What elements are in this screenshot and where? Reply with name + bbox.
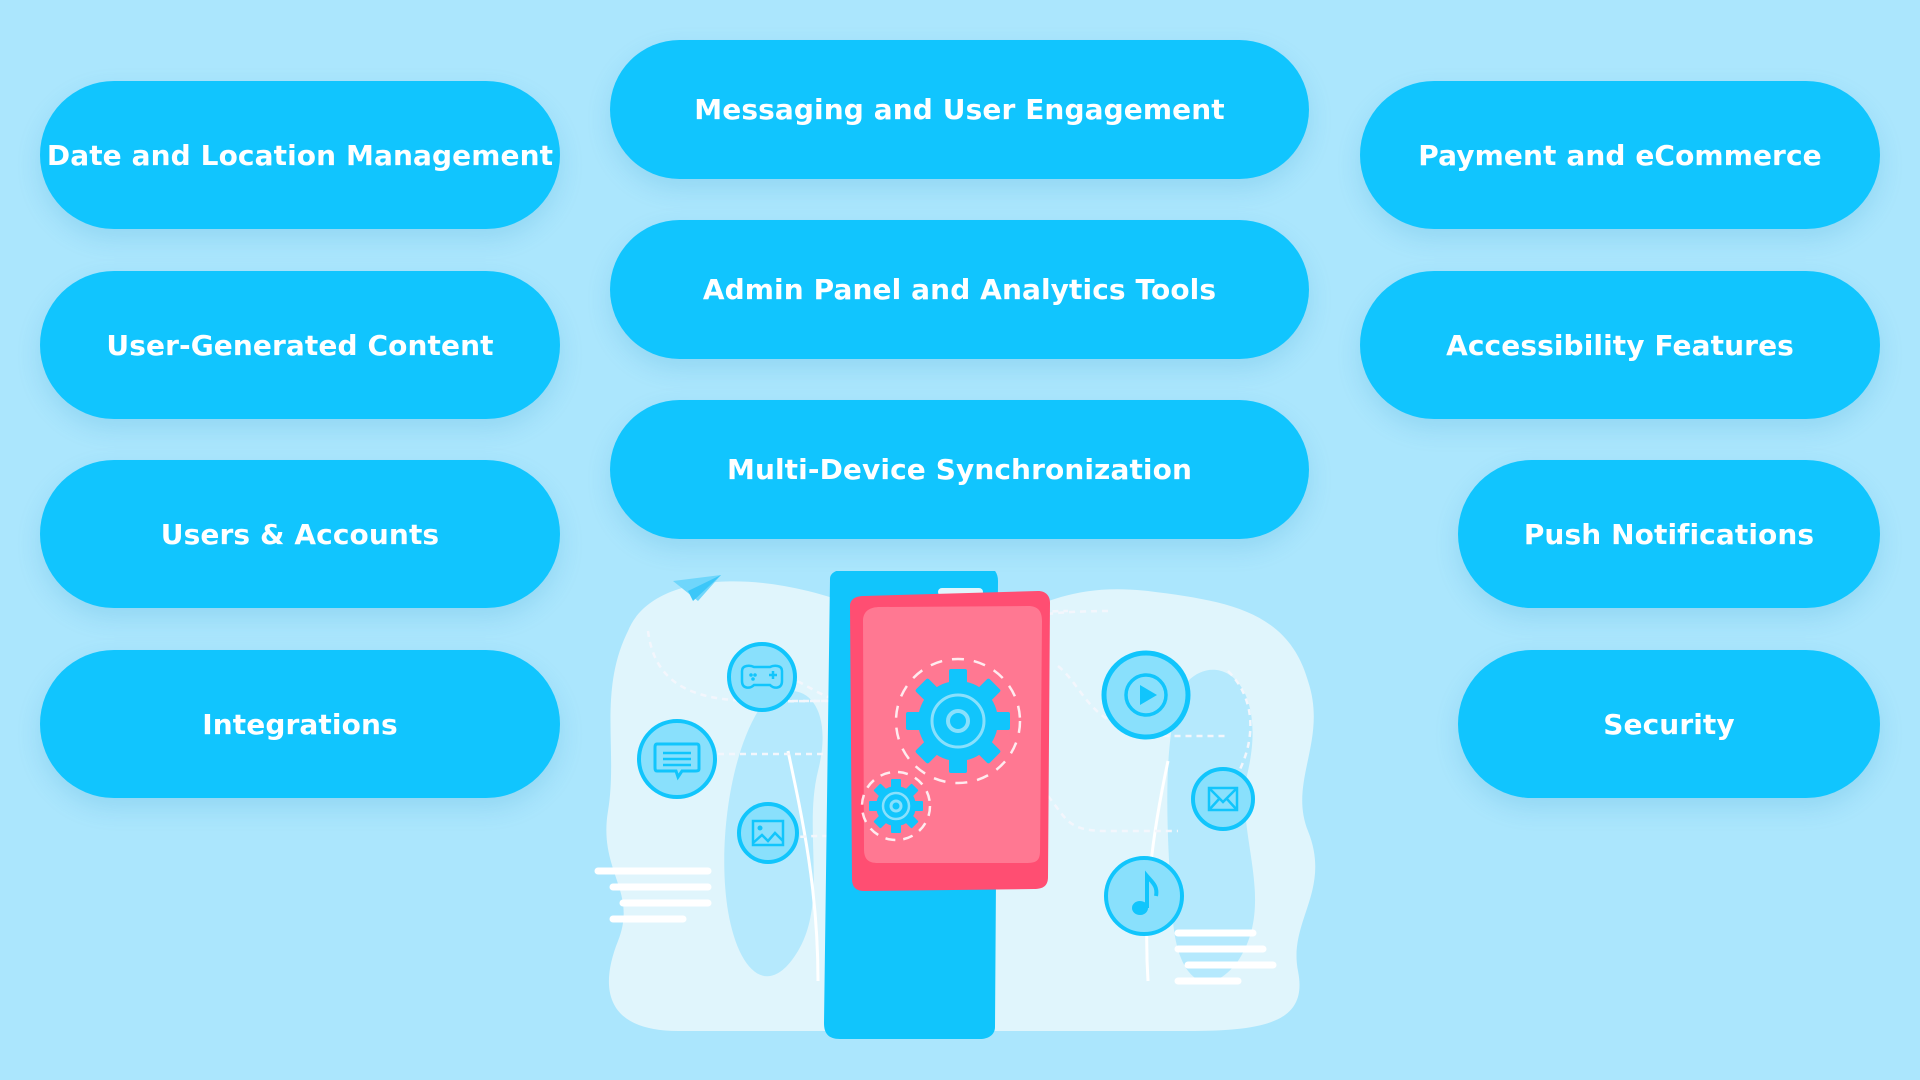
- feature-label: Security: [1603, 707, 1735, 741]
- feature-user-generated-content[interactable]: User-Generated Content: [40, 271, 560, 419]
- feature-label: Payment and eCommerce: [1418, 138, 1822, 172]
- feature-label: Integrations: [202, 707, 398, 741]
- feature-admin-panel-analytics[interactable]: Admin Panel and Analytics Tools: [610, 220, 1309, 359]
- feature-push-notifications[interactable]: Push Notifications: [1458, 460, 1880, 608]
- feature-security[interactable]: Security: [1458, 650, 1880, 798]
- app-illustration: [594, 571, 1316, 1039]
- feature-label: Push Notifications: [1523, 517, 1815, 551]
- feature-users-accounts[interactable]: Users & Accounts: [40, 460, 560, 608]
- mail-icon: [1191, 767, 1255, 831]
- feature-label: Admin Panel and Analytics Tools: [702, 273, 1217, 306]
- play-icon: [1101, 650, 1191, 740]
- feature-label: Users & Accounts: [160, 517, 440, 551]
- feature-accessibility[interactable]: Accessibility Features: [1360, 271, 1880, 419]
- music-note-icon: [1104, 856, 1184, 936]
- feature-label: Accessibility Features: [1446, 328, 1794, 362]
- feature-date-location-management[interactable]: Date and Location Management: [40, 81, 560, 229]
- feature-label: User-Generated Content: [106, 328, 494, 362]
- feature-payment-ecommerce[interactable]: Payment and eCommerce: [1360, 81, 1880, 229]
- feature-multi-device-sync[interactable]: Multi-Device Synchronization: [610, 400, 1309, 539]
- feature-messaging-user-engagement[interactable]: Messaging and User Engagement: [610, 40, 1309, 179]
- feature-label: Multi-Device Synchronization: [726, 453, 1193, 486]
- feature-label: Date and Location Management: [46, 138, 554, 172]
- gear-icon: [860, 770, 932, 842]
- feature-integrations[interactable]: Integrations: [40, 650, 560, 798]
- image-icon: [737, 802, 799, 864]
- feature-label: Messaging and User Engagement: [694, 93, 1225, 126]
- chat-icon: [637, 719, 717, 799]
- gamepad-icon: [727, 642, 797, 712]
